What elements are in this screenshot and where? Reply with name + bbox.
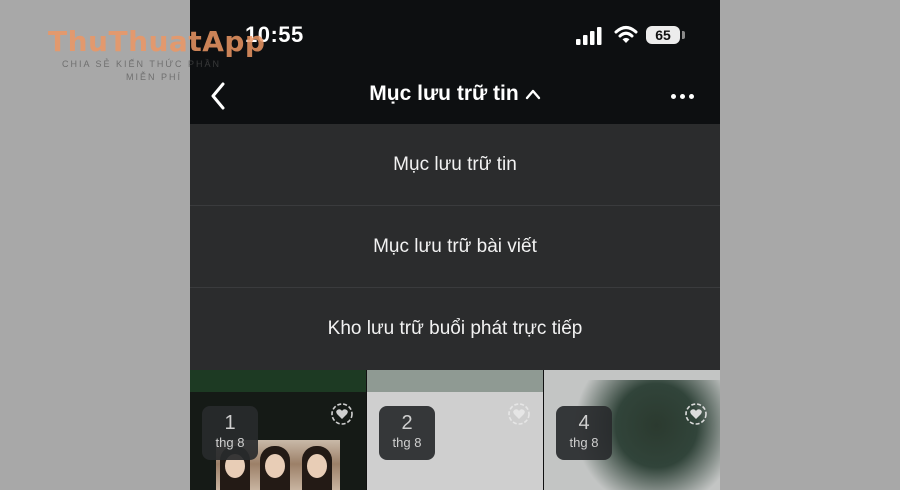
cellular-signal-icon [576,27,604,50]
date-day: 2 [401,412,413,434]
story-cell[interactable]: 4 thg 8 [544,370,720,490]
story-cell[interactable]: 2 thg 8 [367,370,543,490]
date-day: 1 [224,412,236,434]
story-cell[interactable]: 1 thg 8 [190,370,366,490]
menu-item-label: Kho lưu trữ buổi phát trực tiếp [327,317,583,339]
watermark: ThuThuatApp CHIA SẺ KIẾN THỨC PHẦN MIỄN … [48,25,266,96]
watermark-tagline: CHIA SẺ KIẾN THỨC PHẦN [62,59,222,69]
date-month: thg 8 [569,435,599,450]
menu-item-label: Mục lưu trữ tin [393,153,517,175]
chevron-up-icon [525,89,540,100]
heart-circle-icon[interactable] [330,402,354,426]
status-bar: 10:55 65 [190,0,720,70]
heart-circle-icon[interactable] [684,402,708,426]
watermark-logo: ThuThuatApp [48,25,266,58]
date-day: 4 [578,412,590,434]
menu-item-label: Mục lưu trữ bài viết [373,235,537,257]
wifi-icon [614,25,638,50]
archive-type-menu: Mục lưu trữ tin Mục lưu trữ bài viết Kho… [190,124,720,370]
nav-title-container: Mục lưu trữ tin [190,82,720,106]
nav-bar: Mục lưu trữ tin [190,70,720,124]
date-month: thg 8 [215,435,245,450]
page-title: Mục lưu trữ tin [369,82,519,105]
menu-item-post-archive[interactable]: Mục lưu trữ bài viết [190,206,720,288]
archive-type-dropdown-toggle[interactable]: Mục lưu trữ tin [369,82,540,106]
battery-icon: 65 [646,26,680,44]
date-badge: 4 thg 8 [556,406,612,460]
menu-item-live-archive[interactable]: Kho lưu trữ buổi phát trực tiếp [190,288,720,369]
date-badge: 2 thg 8 [379,406,435,460]
battery-tip [682,31,685,39]
date-badge: 1 thg 8 [202,406,258,460]
menu-item-story-archive[interactable]: Mục lưu trữ tin [190,124,720,206]
more-horizontal-icon[interactable] [668,84,696,108]
phone-screen: 10:55 65 Mục lưu trữ tin 1 thg 8 2 thg 8… [190,0,720,490]
watermark-tagline: MIỄN PHÍ [126,72,183,82]
heart-circle-icon[interactable] [507,402,531,426]
story-archive-grid: 1 thg 8 2 thg 8 4 thg 8 [190,370,720,490]
date-month: thg 8 [392,435,422,450]
